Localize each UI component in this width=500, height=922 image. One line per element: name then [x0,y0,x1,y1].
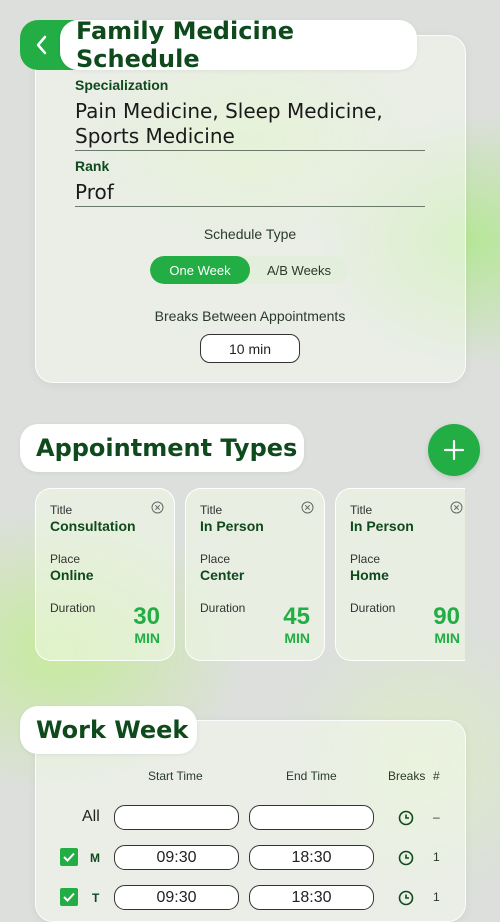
appointment-types-title: Appointment Types [36,434,298,462]
day-checkbox-m[interactable] [60,848,78,866]
close-circle-icon[interactable] [151,501,164,514]
appointment-type-card[interactable]: Title Consultation Place Online Duration… [35,488,175,661]
day-label-t: T [92,891,100,905]
clock-icon[interactable] [398,850,414,866]
work-week-heading: Work Week [20,706,197,754]
appointment-type-card[interactable]: Title In Person Place Home Duration 90 M… [335,488,465,661]
add-appointment-type-button[interactable] [428,424,480,476]
work-week-title: Work Week [36,716,189,744]
break-count: 1 [433,890,440,904]
start-time-input[interactable]: 09:30 [114,885,239,910]
end-time-header: End Time [286,769,337,783]
schedule-type-toggle[interactable]: One Week A/B Weeks [150,256,348,284]
start-time-input[interactable]: 09:30 [114,845,239,870]
specialization-underline [75,150,425,151]
duration-value: 45 [283,603,310,630]
place-value: Center [200,567,245,583]
day-label-all: All [82,808,100,825]
clock-icon[interactable] [398,810,414,826]
schedule-type-label: Schedule Type [203,226,297,242]
day-checkbox-t[interactable] [60,888,78,906]
break-count: – [433,810,440,824]
end-time-input[interactable]: 18:30 [249,845,374,870]
duration-label: Duration [50,601,96,615]
title-value: In Person [200,518,264,534]
duration-value: 30 [133,603,160,630]
duration-label: Duration [350,601,396,615]
start-time-input[interactable] [114,805,239,830]
count-header: # [433,769,440,783]
rank-underline [75,206,425,207]
specialization-value: Pain Medicine, Sleep Medicine, Sports Me… [75,99,383,148]
end-time-input[interactable]: 18:30 [249,885,374,910]
page-title-text: Family Medicine Schedule [76,17,295,73]
appointment-types-heading: Appointment Types [20,424,304,472]
title-label: Title [350,503,373,517]
appointment-type-card[interactable]: Title In Person Place Center Duration 45… [185,488,325,661]
schedule-option-one-week[interactable]: One Week [150,256,250,284]
start-time-header: Start Time [148,769,203,783]
duration-value: 90 [433,603,460,630]
place-label: Place [200,552,231,566]
checkmark-icon [63,892,75,902]
clock-icon[interactable] [398,890,414,906]
close-circle-icon[interactable] [450,501,463,514]
duration-unit: MIN [134,630,160,646]
breaks-input[interactable]: 10 min [200,334,300,363]
place-value: Home [350,567,389,583]
break-count: 1 [433,850,440,864]
title-value: In Person [350,518,414,534]
place-label: Place [50,552,81,566]
breaks-label: Breaks Between Appointments [154,308,346,324]
end-time-input[interactable] [249,805,374,830]
title-label: Title [200,503,223,517]
close-circle-icon[interactable] [301,501,314,514]
checkmark-icon [63,852,75,862]
page-title: Family Medicine Schedule [60,17,417,73]
duration-unit: MIN [284,630,310,646]
duration-label: Duration [200,601,246,615]
chevron-left-icon [36,35,47,55]
title-label: Title [50,503,73,517]
title-value: Consultation [50,518,136,534]
duration-unit: MIN [434,630,460,646]
specialization-label: Specialization [75,77,169,93]
day-label-m: M [90,851,100,865]
breaks-header: Breaks [388,769,426,783]
schedule-option-ab-weeks[interactable]: A/B Weeks [250,256,348,284]
plus-icon [443,439,465,461]
place-value: Online [50,567,94,583]
place-label: Place [350,552,381,566]
rank-value: Prof [75,180,114,204]
rank-label: Rank [75,158,110,174]
